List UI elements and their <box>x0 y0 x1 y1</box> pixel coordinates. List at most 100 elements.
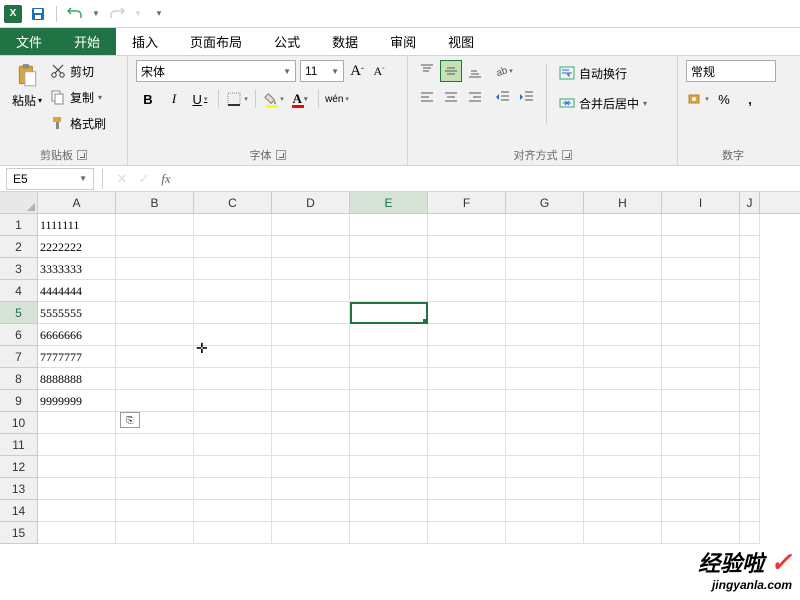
cell[interactable] <box>350 434 428 456</box>
cell[interactable] <box>194 412 272 434</box>
cell[interactable] <box>272 324 350 346</box>
tab-data[interactable]: 数据 <box>316 28 374 55</box>
tab-insert[interactable]: 插入 <box>116 28 174 55</box>
cell[interactable] <box>38 412 116 434</box>
cell[interactable] <box>428 522 506 544</box>
font-name-combo[interactable]: 宋体▼ <box>136 60 296 82</box>
cell[interactable] <box>272 258 350 280</box>
cell[interactable] <box>116 478 194 500</box>
format-painter-button[interactable]: 格式刷 <box>50 112 106 134</box>
cell[interactable] <box>116 522 194 544</box>
cell[interactable] <box>428 456 506 478</box>
cell[interactable] <box>584 434 662 456</box>
cell[interactable] <box>350 258 428 280</box>
cell[interactable]: 5555555 <box>38 302 116 324</box>
redo-dropdown[interactable]: ▼ <box>133 4 143 24</box>
cell[interactable] <box>116 258 194 280</box>
enter-formula-button[interactable]: ✓ <box>133 168 155 190</box>
cell[interactable] <box>194 302 272 324</box>
cell[interactable] <box>584 258 662 280</box>
cell[interactable] <box>194 456 272 478</box>
cell[interactable] <box>272 368 350 390</box>
cell[interactable] <box>740 324 760 346</box>
cell[interactable] <box>584 456 662 478</box>
column-header[interactable]: G <box>506 192 584 213</box>
cell[interactable] <box>506 478 584 500</box>
column-header[interactable]: E <box>350 192 428 213</box>
cell[interactable] <box>38 522 116 544</box>
cell[interactable]: 8888888 <box>38 368 116 390</box>
clipboard-launcher[interactable] <box>77 150 87 160</box>
cell[interactable] <box>350 390 428 412</box>
cell[interactable] <box>662 434 740 456</box>
cell[interactable] <box>584 412 662 434</box>
cell[interactable] <box>116 280 194 302</box>
cell[interactable] <box>506 368 584 390</box>
cell[interactable]: 3333333 <box>38 258 116 280</box>
cell[interactable] <box>116 368 194 390</box>
cell[interactable] <box>194 522 272 544</box>
tab-file[interactable]: 文件 <box>0 28 58 55</box>
column-header[interactable]: F <box>428 192 506 213</box>
cell[interactable] <box>506 324 584 346</box>
cell[interactable] <box>662 390 740 412</box>
cell[interactable] <box>350 500 428 522</box>
qat-customize[interactable]: ▾ <box>149 4 169 24</box>
cell[interactable] <box>584 214 662 236</box>
cell[interactable] <box>428 478 506 500</box>
cell[interactable] <box>506 280 584 302</box>
undo-dropdown[interactable]: ▼ <box>91 4 101 24</box>
cell[interactable] <box>350 412 428 434</box>
row-header[interactable]: 3 <box>0 258 38 280</box>
row-header[interactable]: 1 <box>0 214 38 236</box>
cell[interactable] <box>584 368 662 390</box>
column-header[interactable]: H <box>584 192 662 213</box>
cell[interactable] <box>584 390 662 412</box>
cell[interactable] <box>116 434 194 456</box>
autofill-options-button[interactable]: ⎘ <box>120 412 140 428</box>
merge-center-button[interactable]: 合并后居中▾ <box>555 92 651 114</box>
italic-button[interactable]: I <box>162 88 186 110</box>
row-header[interactable]: 14 <box>0 500 38 522</box>
cut-button[interactable]: 剪切 <box>50 60 106 82</box>
bold-button[interactable]: B <box>136 88 160 110</box>
row-header[interactable]: 8 <box>0 368 38 390</box>
tab-review[interactable]: 审阅 <box>374 28 432 55</box>
column-header[interactable]: D <box>272 192 350 213</box>
underline-button[interactable]: U▾ <box>188 88 212 110</box>
cell[interactable] <box>584 478 662 500</box>
wrap-text-button[interactable]: 自动换行 <box>555 62 651 84</box>
copy-button[interactable]: 复制▾ <box>50 86 106 108</box>
row-header[interactable]: 2 <box>0 236 38 258</box>
cell[interactable] <box>272 280 350 302</box>
row-header[interactable]: 10 <box>0 412 38 434</box>
cell[interactable] <box>428 214 506 236</box>
save-button[interactable] <box>28 4 48 24</box>
cell[interactable] <box>740 522 760 544</box>
cell[interactable] <box>662 500 740 522</box>
cell[interactable] <box>506 456 584 478</box>
cell[interactable] <box>428 258 506 280</box>
cell[interactable]: 1111111 <box>38 214 116 236</box>
cell[interactable] <box>584 236 662 258</box>
column-header[interactable]: A <box>38 192 116 213</box>
row-header[interactable]: 7 <box>0 346 38 368</box>
cell[interactable] <box>194 236 272 258</box>
cell[interactable] <box>116 456 194 478</box>
cell[interactable] <box>194 258 272 280</box>
row-header[interactable]: 9 <box>0 390 38 412</box>
row-header[interactable]: 4 <box>0 280 38 302</box>
cell[interactable] <box>428 324 506 346</box>
decrease-indent-button[interactable] <box>492 86 514 108</box>
cell[interactable] <box>740 500 760 522</box>
cell[interactable] <box>662 478 740 500</box>
row-header[interactable]: 5 <box>0 302 38 324</box>
cell[interactable] <box>740 258 760 280</box>
cell[interactable] <box>350 236 428 258</box>
align-bottom-button[interactable] <box>464 60 486 82</box>
cell[interactable] <box>116 324 194 346</box>
name-box[interactable]: E5▼ <box>6 168 94 190</box>
cell[interactable] <box>662 214 740 236</box>
font-color-button[interactable]: A▾ <box>288 88 312 110</box>
cell[interactable] <box>194 280 272 302</box>
